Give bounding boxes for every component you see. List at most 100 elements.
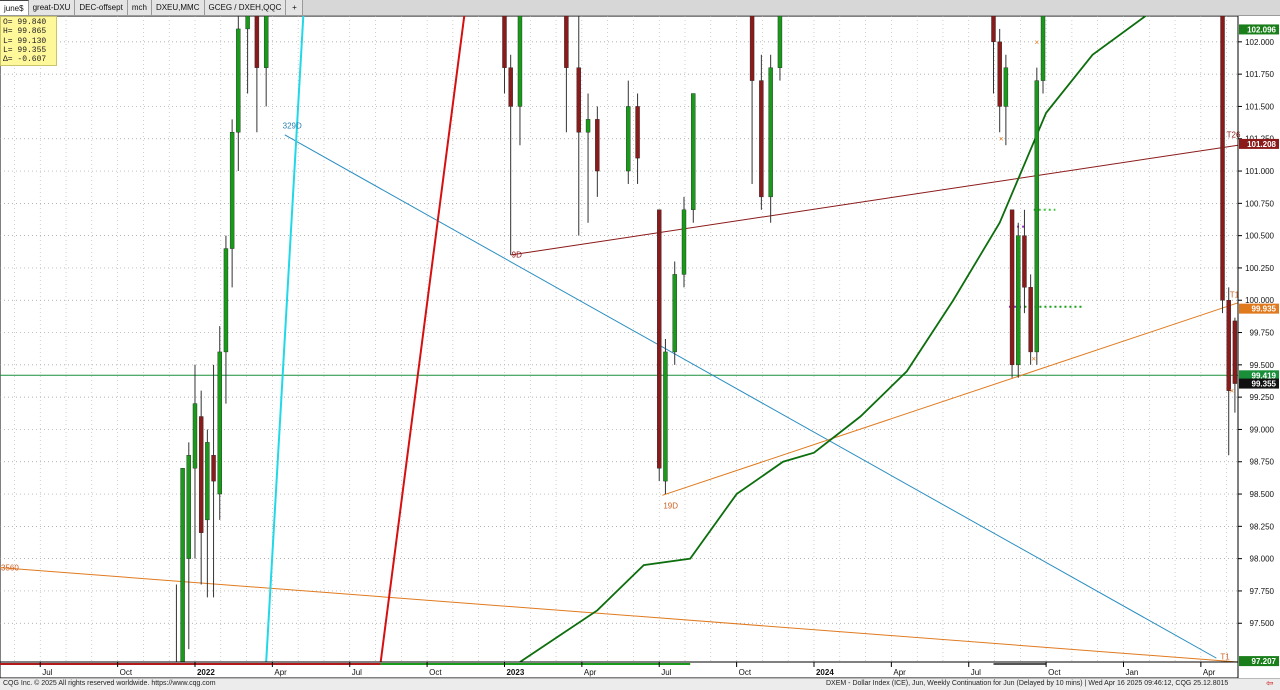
tab-5[interactable]: GCEG / DXEH,QQC <box>204 0 287 15</box>
tab-1[interactable]: great-DXU <box>28 0 76 15</box>
y-tick-label: 99.750 <box>1250 329 1275 338</box>
x-tick-label: 2023 <box>506 668 524 677</box>
candle-body <box>626 106 631 172</box>
copyright-text: CQG Inc. © 2025 All rights reserved worl… <box>3 680 216 687</box>
candle-body <box>1016 235 1021 366</box>
y-tick-label: 97.750 <box>1250 587 1275 596</box>
candle-body <box>229 132 235 249</box>
ohlc-delta: Δ= -0.607 <box>3 55 47 65</box>
candle-body <box>691 93 696 210</box>
price-label: 102.096 <box>1247 25 1276 34</box>
y-tick-label: 98.500 <box>1250 490 1275 499</box>
chart-grid <box>0 16 1239 663</box>
candle-body <box>1009 209 1015 366</box>
price-axis[interactable]: 97.500 97.750 98.000 98.250 98.500 98.750 99.0… <box>1237 16 1279 667</box>
candle-body <box>502 16 507 68</box>
tab-4[interactable]: DXEU,MMC <box>151 0 205 15</box>
candle-body <box>180 468 185 663</box>
y-tick-label: 98.750 <box>1250 458 1275 467</box>
candle-body <box>1028 287 1033 353</box>
price-label: 101.208 <box>1247 140 1276 149</box>
tab-0[interactable]: june$ <box>0 0 29 15</box>
y-tick-label: 101.500 <box>1245 102 1274 111</box>
time-axis[interactable]: Jul Oct 2022 Apr Jul Oct 2023 Apr Jul Oct 2024 Apr J… <box>0 661 1239 678</box>
y-tick-label: 98.250 <box>1250 522 1275 531</box>
y-tick-label: 101.000 <box>1245 167 1274 176</box>
candle-body <box>657 209 662 469</box>
symbol-description: DXEM - Dollar Index (ICE), Jun, Weekly C… <box>826 680 1229 687</box>
candle-body <box>263 16 269 68</box>
x-tick-label: 2022 <box>197 668 215 677</box>
workspace-tab-bar: june$ great-DXU DEC-offsept mch DXEU,MMC GCEG… <box>0 0 1280 16</box>
chart-annotation: 19D <box>663 501 678 510</box>
candle-body <box>223 248 229 353</box>
candle-body <box>1022 235 1027 288</box>
x-tick-label: Oct <box>120 668 133 677</box>
back-arrow-icon[interactable]: ⇦ <box>1266 678 1274 688</box>
candle-body <box>585 119 591 133</box>
candle-body <box>217 351 222 495</box>
y-tick-label: 99.000 <box>1250 425 1275 434</box>
chart-annotation: 3560 <box>1 563 19 572</box>
y-tick-label: 101.750 <box>1245 70 1274 79</box>
ohlc-high: H= 99.865 <box>3 27 47 37</box>
candle-body <box>1040 16 1046 81</box>
x-tick-label: Jul <box>661 668 671 677</box>
chart-annotation: T26 <box>1227 130 1241 139</box>
price-label: 97.207 <box>1252 657 1277 666</box>
candle-body <box>205 442 210 521</box>
x-tick-label: Apr <box>893 668 906 677</box>
x-tick-label: Apr <box>1203 668 1216 677</box>
price-label: 99.355 <box>1252 380 1277 389</box>
y-tick-label: 100.250 <box>1245 264 1274 273</box>
candle-body <box>997 41 1002 107</box>
candle-body <box>635 106 640 159</box>
candle-body <box>663 351 668 482</box>
price-chart[interactable]: ××××329D35609D19DT26T1T1 97.50097.75098.… <box>0 16 1280 678</box>
candle-body <box>768 67 773 198</box>
chart-annotation: 329D <box>283 121 302 130</box>
candle-body <box>254 16 260 68</box>
candle-body <box>681 209 687 275</box>
x-marker: × <box>999 135 1004 144</box>
add-tab-button[interactable]: + <box>286 0 304 15</box>
tab-2[interactable]: DEC-offsept <box>75 0 128 15</box>
x-tick-label: Oct <box>429 668 442 677</box>
candle-body <box>1232 320 1238 384</box>
candle-body <box>1226 300 1231 391</box>
chart-annotation: T1 <box>1220 652 1230 661</box>
x-tick-label: Apr <box>584 668 597 677</box>
candle-body <box>1220 16 1225 301</box>
ohlc-open: O= 99.840 <box>3 18 47 27</box>
x-marker: × <box>1031 354 1036 363</box>
ohlc-readout: O= 99.840 H= 99.865 L= 99.130 L= 99.355 … <box>0 16 57 67</box>
y-tick-label: 99.500 <box>1250 361 1275 370</box>
candle-body <box>186 455 191 559</box>
x-marker: × <box>1034 38 1039 47</box>
candle-body <box>564 16 569 68</box>
x-marker: × <box>1229 387 1234 396</box>
chart-annotation: 9D <box>512 251 522 260</box>
y-tick-label: 100.500 <box>1245 232 1274 241</box>
x-tick-label: Jul <box>352 668 362 677</box>
y-tick-label: 102.000 <box>1245 38 1274 47</box>
candle-body <box>595 119 600 172</box>
candle-body <box>777 16 783 68</box>
x-tick-label: Oct <box>739 668 752 677</box>
x-tick-label: Jul <box>42 668 52 677</box>
tab-3[interactable]: mch <box>127 0 152 15</box>
price-label: 99.935 <box>1252 305 1277 314</box>
candle-body <box>1034 80 1040 353</box>
y-tick-label: 99.250 <box>1250 393 1275 402</box>
candle-body <box>192 403 198 469</box>
candle-body <box>245 16 250 30</box>
candle-body <box>508 67 513 107</box>
session-strip-gray <box>993 663 1047 665</box>
x-tick-label: Oct <box>1048 668 1061 677</box>
x-tick-label: Apr <box>274 668 287 677</box>
x-tick-label: Jul <box>971 668 981 677</box>
candle-body <box>198 416 204 533</box>
ohlc-last: L= 99.355 <box>3 45 47 55</box>
candle-body <box>1003 67 1009 107</box>
candle-body <box>517 16 523 107</box>
